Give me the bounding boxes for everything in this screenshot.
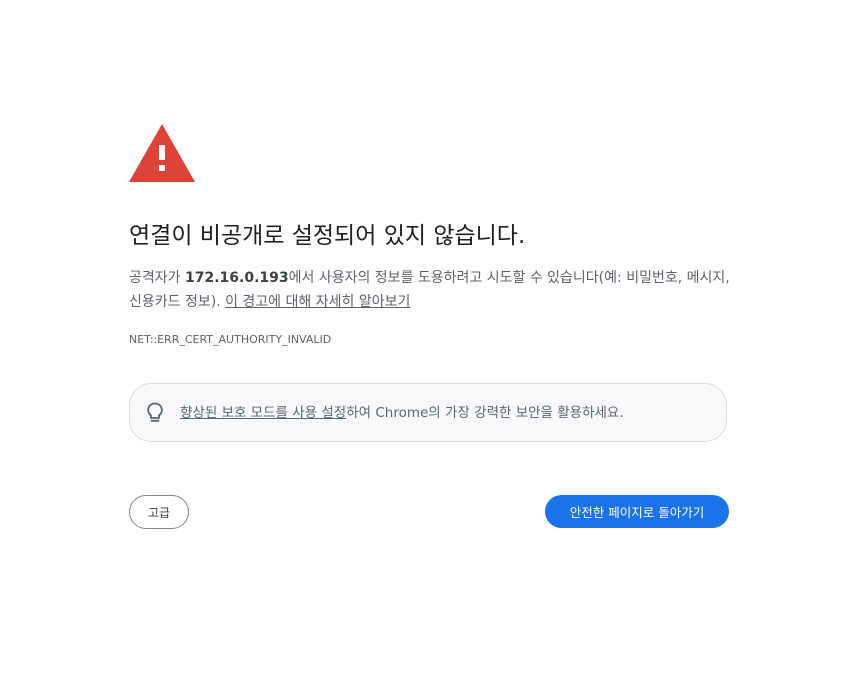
lightbulb-icon	[147, 402, 163, 422]
interstitial-page: 연결이 비공개로 설정되어 있지 않습니다. 공격자가 172.16.0.193…	[0, 0, 846, 696]
promo-rest-text: 하여 Chrome의 가장 강력한 보안을 활용하세요.	[346, 405, 624, 421]
enhanced-protection-link[interactable]: 향상된 보호 모드를 사용 설정	[180, 405, 346, 421]
page-title: 연결이 비공개로 설정되어 있지 않습니다.	[129, 223, 526, 249]
learn-more-link[interactable]: 이 경고에 대해 자세히 알아보기	[225, 294, 410, 310]
host-address: 172.16.0.193	[184, 270, 289, 286]
advanced-button[interactable]: 고급	[129, 495, 189, 529]
explanation-paragraph: 공격자가 172.16.0.193에서 사용자의 정보를 도용하려고 시도할 수…	[129, 266, 739, 314]
warning-triangle-icon	[129, 124, 195, 182]
enhanced-protection-promo: 향상된 보호 모드를 사용 설정하여 Chrome의 가장 강력한 보안을 활용…	[129, 383, 727, 442]
error-code: NET::ERR_CERT_AUTHORITY_INVALID	[129, 333, 332, 346]
explanation-prefix: 공격자가	[129, 270, 185, 286]
promo-text: 향상된 보호 모드를 사용 설정하여 Chrome의 가장 강력한 보안을 활용…	[180, 402, 624, 424]
back-to-safety-button[interactable]: 안전한 페이지로 돌아가기	[545, 495, 729, 528]
